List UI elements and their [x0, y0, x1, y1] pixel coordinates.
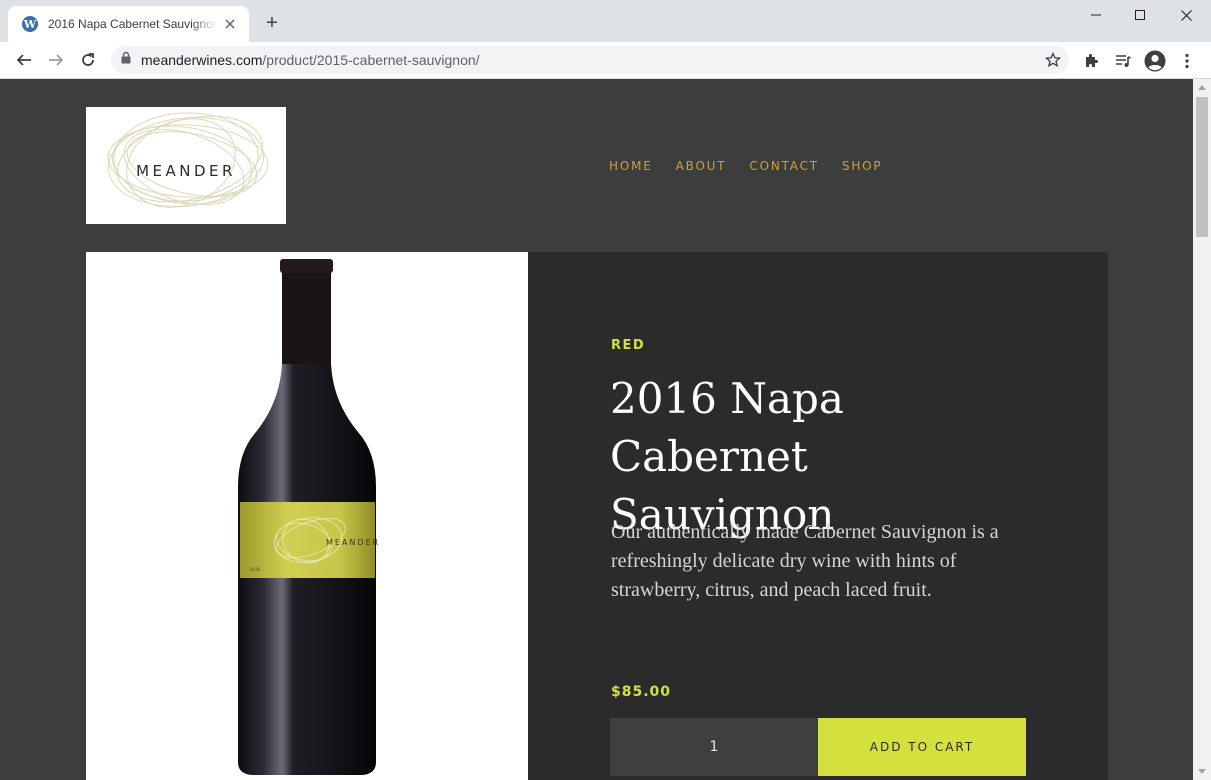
page-scrollbar[interactable] [1193, 79, 1211, 780]
product-description: Our authentically made Cabernet Sauvigno… [611, 521, 999, 601]
nav-shop[interactable]: SHOP [842, 159, 883, 173]
scroll-down-icon[interactable] [1198, 769, 1206, 774]
back-icon[interactable] [10, 46, 38, 74]
scroll-thumb[interactable] [1196, 97, 1208, 237]
tab-close-icon[interactable] [221, 15, 239, 33]
close-icon[interactable] [1163, 0, 1209, 30]
tab-title: 2016 Napa Cabernet Sauvignon – Meander W… [48, 17, 217, 31]
menu-icon[interactable] [1176, 50, 1198, 72]
maximize-icon[interactable] [1117, 0, 1163, 30]
forward-icon[interactable] [42, 46, 70, 74]
nav-about[interactable]: ABOUT [676, 159, 727, 173]
bottle-label-wordmark: MEANDER [326, 538, 380, 547]
product-details: RED 2016 Napa Cabernet Sauvignon Our aut… [528, 252, 1108, 780]
product-price: $85.00 [611, 684, 672, 700]
star-icon[interactable] [1044, 51, 1062, 73]
site-logo[interactable]: MEANDER [86, 107, 286, 224]
extensions-icon[interactable] [1080, 50, 1102, 72]
main-nav: HOME ABOUT CONTACT SHOP [609, 159, 882, 173]
tab-strip: W 2016 Napa Cabernet Sauvignon – Meander… [0, 0, 1211, 42]
product-category[interactable]: RED [611, 338, 645, 353]
browser-tab[interactable]: W 2016 Napa Cabernet Sauvignon – Meander… [8, 6, 249, 42]
media-queue-icon[interactable] [1112, 50, 1134, 72]
wine-bottle-image: MEANDER 2016 [238, 259, 380, 775]
lock-icon[interactable] [121, 51, 131, 69]
page-viewport: MEANDER HOME ABOUT CONTACT SHOP MEANDER … [0, 79, 1193, 780]
bottle-vintage-text: 2016 [250, 567, 261, 572]
profile-icon[interactable] [1144, 50, 1166, 72]
address-bar[interactable]: meanderwines.com/product/2015-cabernet-s… [111, 46, 1069, 74]
add-to-cart-button[interactable]: ADD TO CART [818, 718, 1026, 776]
browser-toolbar: meanderwines.com/product/2015-cabernet-s… [0, 42, 1211, 79]
product-image[interactable]: MEANDER 2016 [86, 252, 528, 780]
quantity-input[interactable] [610, 718, 818, 776]
nav-contact[interactable]: CONTACT [749, 159, 819, 173]
url-text[interactable]: meanderwines.com/product/2015-cabernet-s… [141, 52, 480, 68]
minimize-icon[interactable] [1073, 0, 1119, 30]
new-tab-button[interactable]: + [262, 13, 282, 33]
wordpress-icon: W [22, 16, 38, 32]
nav-home[interactable]: HOME [609, 159, 653, 173]
reload-icon[interactable] [74, 46, 102, 74]
scroll-up-icon[interactable] [1198, 85, 1206, 90]
logo-wordmark: MEANDER [136, 162, 236, 180]
